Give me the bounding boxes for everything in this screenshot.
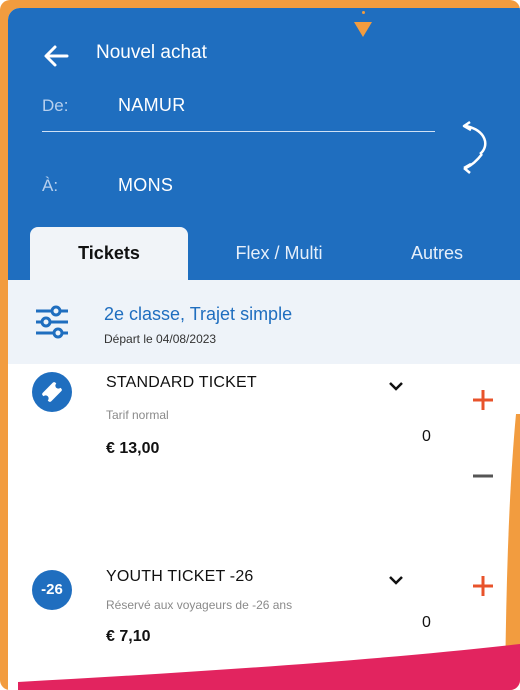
minus-button[interactable]	[470, 656, 496, 666]
purchase-header: Nouvel achat De: NAMUR À: MONS Tickets F…	[8, 8, 520, 280]
pointer-arrow-icon	[354, 22, 372, 37]
ticket-icon	[42, 382, 62, 402]
ticket-row-standard: STANDARD TICKET Tarif normal € 13,00 0	[8, 364, 520, 514]
ticket-quantity: 0	[422, 614, 431, 631]
departure-date: Départ le 04/08/2023	[104, 332, 217, 346]
swap-stations-button[interactable]	[456, 116, 496, 180]
youth-badge-text: -26	[41, 581, 63, 598]
minus-button[interactable]	[470, 471, 496, 481]
app-screen: Nouvel achat De: NAMUR À: MONS Tickets F…	[8, 8, 520, 690]
arrow-left-icon	[44, 45, 69, 67]
app-frame: Nouvel achat De: NAMUR À: MONS Tickets F…	[0, 0, 520, 690]
plus-button[interactable]	[470, 573, 496, 599]
ticket-row-youth: -26 YOUTH TICKET -26 Réservé aux voyageu…	[8, 554, 520, 690]
from-label: De:	[42, 96, 69, 115]
swap-icon	[462, 120, 487, 174]
pointer-dots	[362, 8, 365, 20]
chevron-down-icon[interactable]	[388, 574, 404, 586]
to-label: À:	[42, 176, 59, 195]
ticket-icon-badge	[32, 372, 72, 412]
ticket-name: STANDARD TICKET	[106, 374, 257, 391]
tab-flex-multi[interactable]: Flex / Multi	[204, 227, 354, 280]
from-station-field[interactable]: NAMUR	[118, 95, 186, 116]
tab-autres[interactable]: Autres	[370, 227, 504, 280]
chevron-down-icon[interactable]	[388, 380, 404, 392]
to-station-field[interactable]: MONS	[118, 175, 173, 196]
travel-options-bar[interactable]: 2e classe, Trajet simple Départ le 04/08…	[8, 280, 520, 364]
back-button[interactable]	[42, 42, 70, 70]
ticket-quantity: 0	[422, 428, 431, 445]
class-trip-type: 2e classe, Trajet simple	[104, 304, 293, 324]
sliders-icon	[36, 305, 68, 339]
youth-badge: -26	[32, 570, 72, 610]
tab-tickets[interactable]: Tickets	[30, 227, 188, 280]
ticket-description: Tarif normal	[106, 408, 169, 422]
route-divider	[42, 131, 435, 132]
page-title: Nouvel achat	[96, 42, 207, 63]
ticket-name: YOUTH TICKET -26	[106, 568, 254, 585]
plus-button[interactable]	[470, 387, 496, 413]
ticket-price: € 13,00	[106, 440, 160, 457]
ticket-description: Réservé aux voyageurs de -26 ans	[106, 598, 293, 612]
ticket-price: € 7,10	[106, 628, 151, 645]
